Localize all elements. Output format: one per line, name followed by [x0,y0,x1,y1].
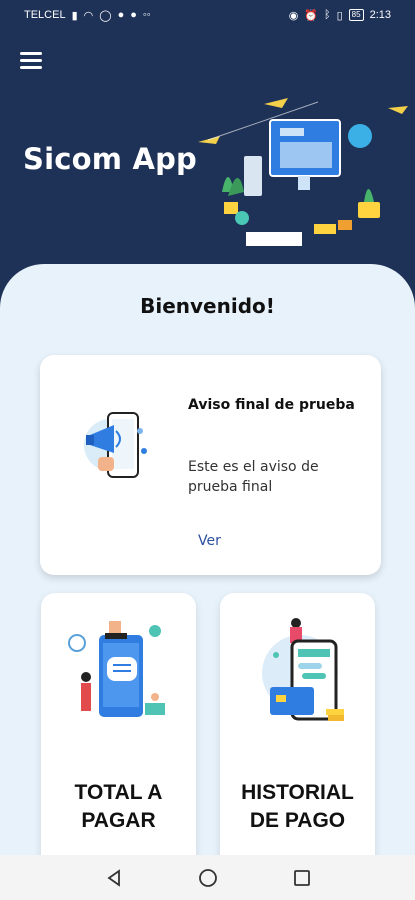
clock: 2:13 [369,9,391,21]
status-left: TELCEL ▮ ◠ ◯ ● ● ◦◦ [24,9,151,22]
status-bar: TELCEL ▮ ◠ ◯ ● ● ◦◦ ◉ ⏰ ᛒ ▯ 85 2:13 [0,0,415,30]
notice-body: Este es el aviso de prueba final [188,459,319,495]
voicemail-icon: ◦◦ [142,9,151,21]
notice-title: Aviso final de prueba [188,397,355,413]
wifi-icon: ◠ [83,9,94,22]
total-to-pay-label: TOTAL A PAGAR [41,779,196,835]
megaphone-phone-illustration [84,412,147,478]
bluetooth-icon: ᛒ [324,9,331,21]
payment-history-line1: HISTORIAL [241,781,354,804]
welcome-heading: Bienvenido! [140,294,275,318]
app-title: Sicom App [23,142,198,176]
back-icon[interactable] [102,866,126,890]
whatsapp-icon: ◯ [99,9,112,22]
main-content: Bienvenido! Aviso final de prueba Este e… [0,264,415,900]
recents-icon[interactable] [290,866,314,890]
payment-history-label: HISTORIAL DE PAGO [220,779,375,835]
total-to-pay-line1: TOTAL A [74,781,163,804]
eye-icon: ◉ [288,9,299,22]
messenger-icon: ● [130,9,137,21]
carrier-label: TELCEL [24,9,66,21]
menu-icon[interactable] [20,52,46,72]
system-nav-bar [0,855,415,900]
payment-history-tile[interactable]: HISTORIAL DE PAGO [220,593,375,893]
alarm-icon: ⏰ [304,9,318,22]
payment-history-illustration [262,618,344,721]
facebook-icon: ● [117,9,125,21]
total-to-pay-line2: PAGAR [81,809,156,832]
payment-total-illustration [68,621,165,717]
total-to-pay-tile[interactable]: TOTAL A PAGAR [41,593,196,893]
signal-icon: ▮ [71,9,78,22]
home-icon[interactable] [196,866,220,890]
status-right: ◉ ⏰ ᛒ ▯ 85 2:13 [289,9,391,22]
notice-card[interactable]: Aviso final de prueba Este es el aviso d… [40,355,381,575]
header-illustration [198,98,408,246]
view-link[interactable]: Ver [198,533,221,549]
vibrate-icon: ▯ [336,9,343,22]
payment-history-line2: DE PAGO [249,809,346,832]
header: Sicom App [0,30,415,280]
battery-indicator: 85 [348,9,364,21]
